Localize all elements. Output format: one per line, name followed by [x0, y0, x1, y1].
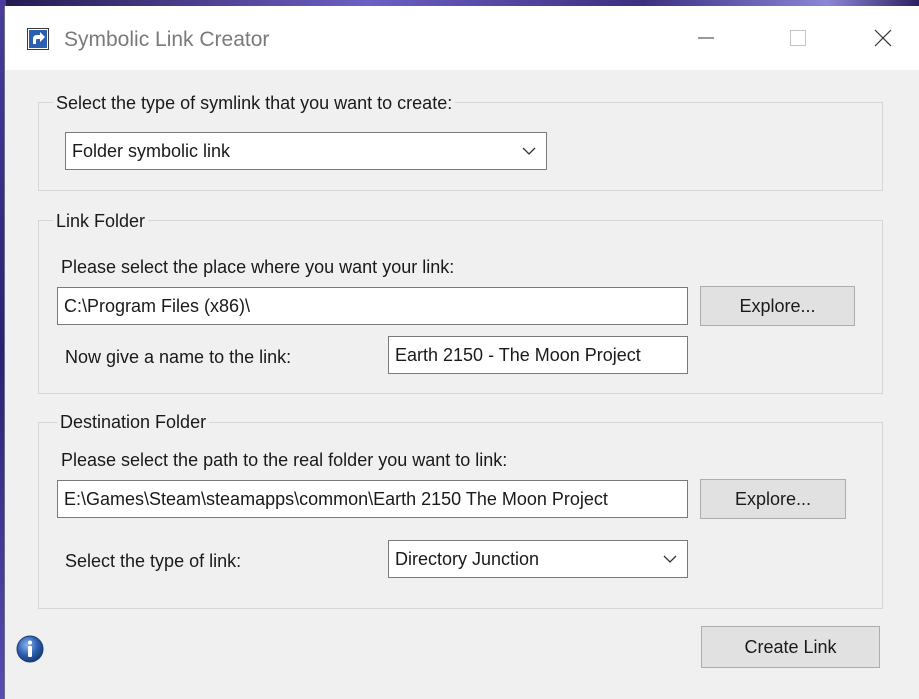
window-title: Symbolic Link Creator [64, 28, 270, 51]
destination-path-prompt: Please select the path to the real folde… [61, 450, 508, 470]
link-name-input[interactable]: Earth 2150 - The Moon Project [388, 336, 688, 374]
maximize-icon [790, 30, 806, 46]
symlink-type-selected: Folder symbolic link [72, 141, 231, 161]
close-icon [874, 29, 892, 47]
symbolic-link-creator-window: Symbolic Link Creator Select the type of… [4, 6, 919, 699]
shortcut-arrow-icon [27, 28, 49, 50]
create-link-button[interactable]: Create Link [701, 626, 880, 668]
link-location-prompt: Please select the place where you want y… [61, 257, 455, 277]
chevron-down-icon [663, 555, 677, 563]
link-location-input[interactable]: C:\Program Files (x86)\ [57, 287, 688, 325]
link-name-prompt: Now give a name to the link: [65, 347, 292, 367]
link-folder-legend: Link Folder [53, 210, 149, 232]
minimize-icon [698, 37, 714, 39]
symlink-type-legend: Select the type of symlink that you want… [53, 92, 456, 114]
maximize-button[interactable] [775, 18, 821, 58]
title-bar[interactable]: Symbolic Link Creator [5, 6, 919, 70]
destination-path-input[interactable]: E:\Games\Steam\steamapps\common\Earth 21… [57, 480, 688, 518]
minimize-button[interactable] [683, 18, 729, 58]
destination-folder-legend: Destination Folder [57, 411, 210, 433]
link-type-prompt: Select the type of link: [65, 551, 242, 571]
symlink-type-select[interactable]: Folder symbolic link [65, 132, 547, 170]
chevron-down-icon [522, 147, 536, 155]
link-type-select[interactable]: Directory Junction [388, 540, 688, 578]
close-button[interactable] [860, 18, 906, 58]
info-icon[interactable] [15, 634, 45, 664]
link-type-selected: Directory Junction [395, 549, 540, 569]
destination-explore-button[interactable]: Explore... [700, 479, 846, 519]
link-explore-button[interactable]: Explore... [700, 286, 855, 326]
